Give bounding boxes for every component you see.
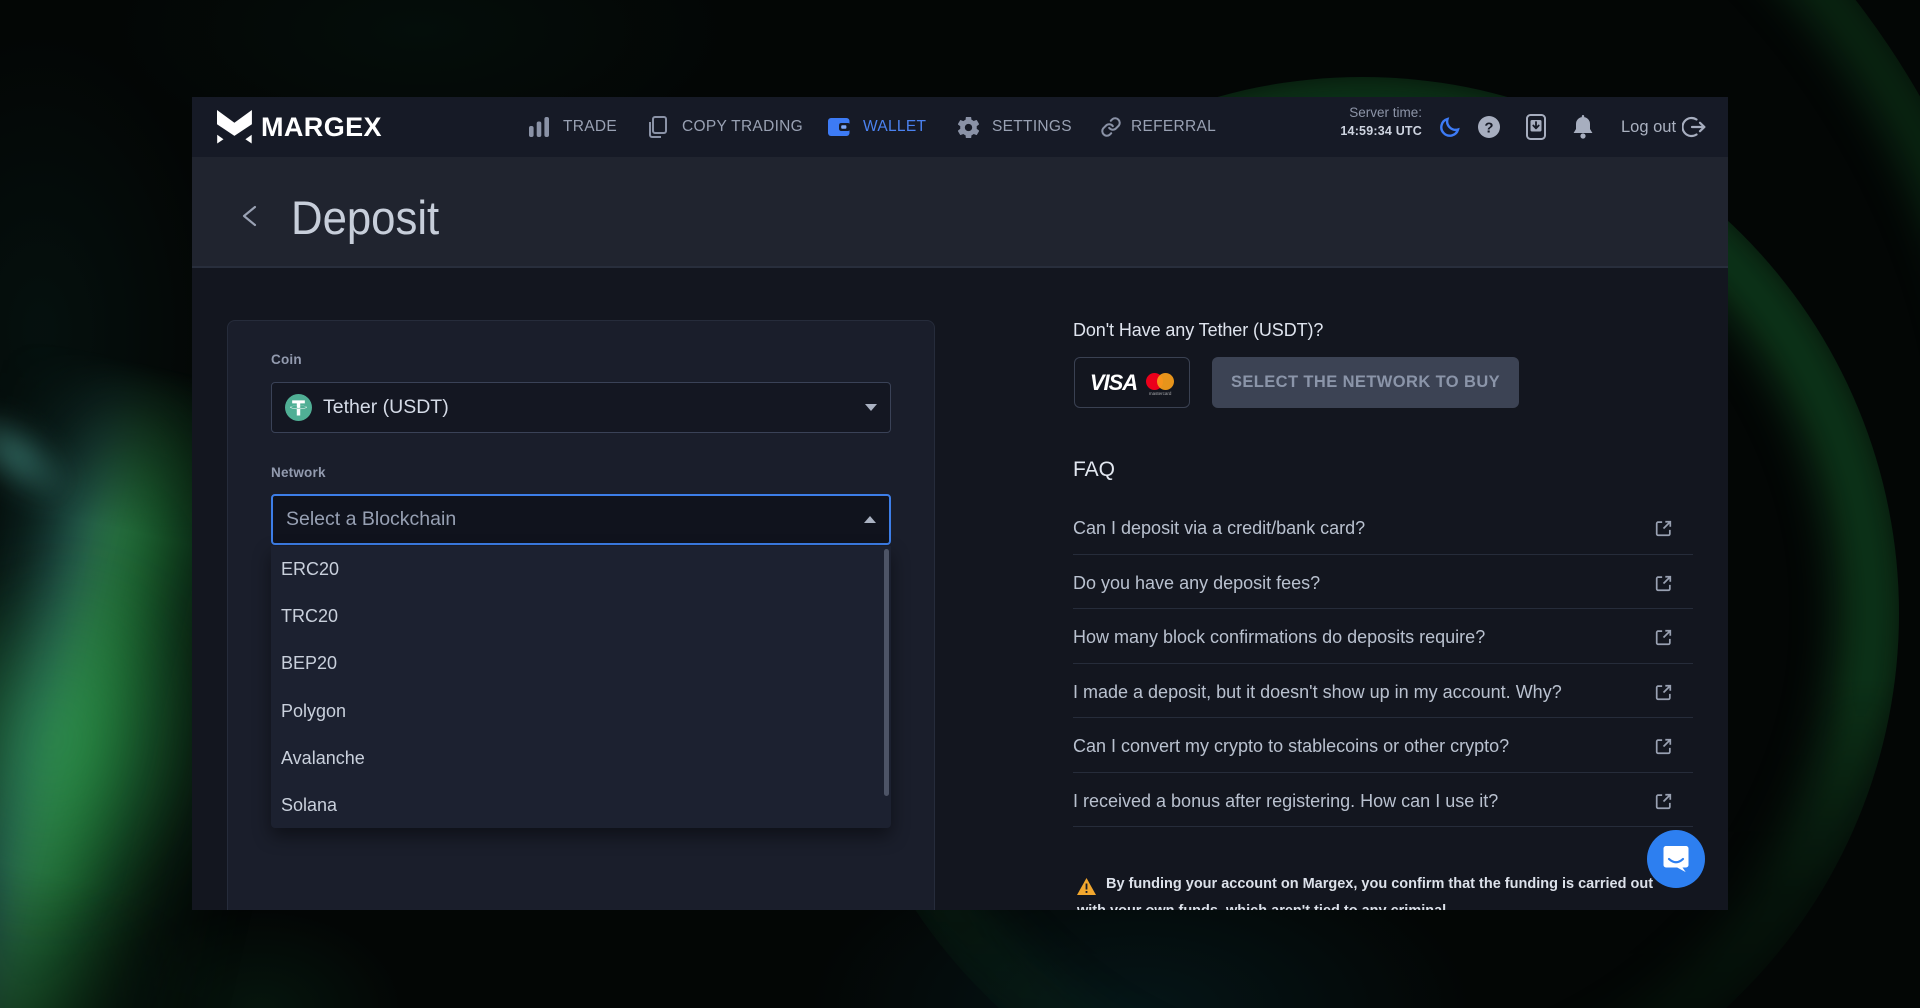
svg-text:?: ? — [1484, 120, 1493, 137]
